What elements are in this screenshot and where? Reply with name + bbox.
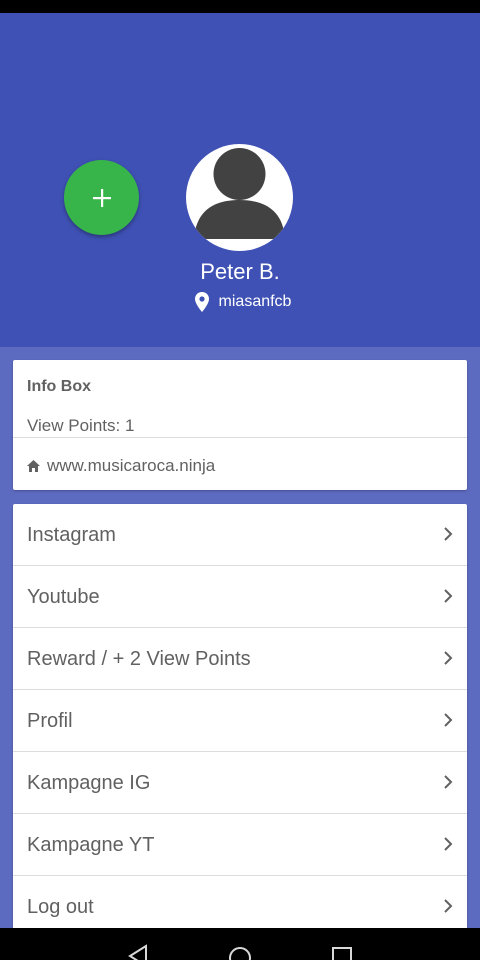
chevron-right-icon <box>444 837 453 851</box>
menu-item-youtube[interactable]: Youtube <box>13 566 467 628</box>
add-button[interactable] <box>64 160 139 235</box>
status-bar <box>0 0 480 13</box>
chevron-right-icon <box>444 651 453 665</box>
profile-username: miasanfcb <box>218 293 292 310</box>
profile-name: Peter B. <box>200 259 280 284</box>
menu-item-label: Profil <box>27 710 73 732</box>
home-nav-icon[interactable] <box>227 928 253 960</box>
profile-location: miasanfcb <box>0 292 480 312</box>
chevron-right-icon <box>444 527 453 541</box>
menu-card: Instagram Youtube Reward / + 2 View Poin… <box>13 504 467 944</box>
location-pin-icon <box>194 292 209 312</box>
chevron-right-icon <box>444 589 453 603</box>
menu-item-label: Youtube <box>27 586 100 608</box>
info-box-title: Info Box <box>27 378 91 395</box>
avatar[interactable] <box>186 144 293 251</box>
back-icon[interactable] <box>126 928 150 960</box>
recents-icon[interactable] <box>331 928 353 960</box>
menu-item-label: Log out <box>27 896 94 918</box>
menu-item-label: Instagram <box>27 524 116 546</box>
navigation-bar <box>0 928 480 960</box>
home-icon <box>27 460 40 472</box>
menu-item-label: Reward / + 2 View Points <box>27 648 251 670</box>
person-icon <box>194 148 285 239</box>
website-text: www.musicaroca.ninja <box>47 456 216 475</box>
website-link[interactable]: www.musicaroca.ninja <box>27 456 215 476</box>
info-box-card: Info Box View Points: 1 www.musicaroca.n… <box>13 360 467 490</box>
chevron-right-icon <box>444 775 453 789</box>
view-points-text: View Points: 1 <box>27 416 135 435</box>
menu-item-kampagne-yt[interactable]: Kampagne YT <box>13 814 467 876</box>
chevron-right-icon <box>444 713 453 727</box>
menu-item-label: Kampagne YT <box>27 834 155 856</box>
menu-item-reward[interactable]: Reward / + 2 View Points <box>13 628 467 690</box>
menu-item-kampagne-ig[interactable]: Kampagne IG <box>13 752 467 814</box>
menu-item-label: Kampagne IG <box>27 772 151 794</box>
chevron-right-icon <box>444 899 453 913</box>
menu-item-profil[interactable]: Profil <box>13 690 467 752</box>
plus-icon <box>92 188 111 207</box>
menu-item-instagram[interactable]: Instagram <box>13 504 467 566</box>
divider <box>13 437 467 438</box>
